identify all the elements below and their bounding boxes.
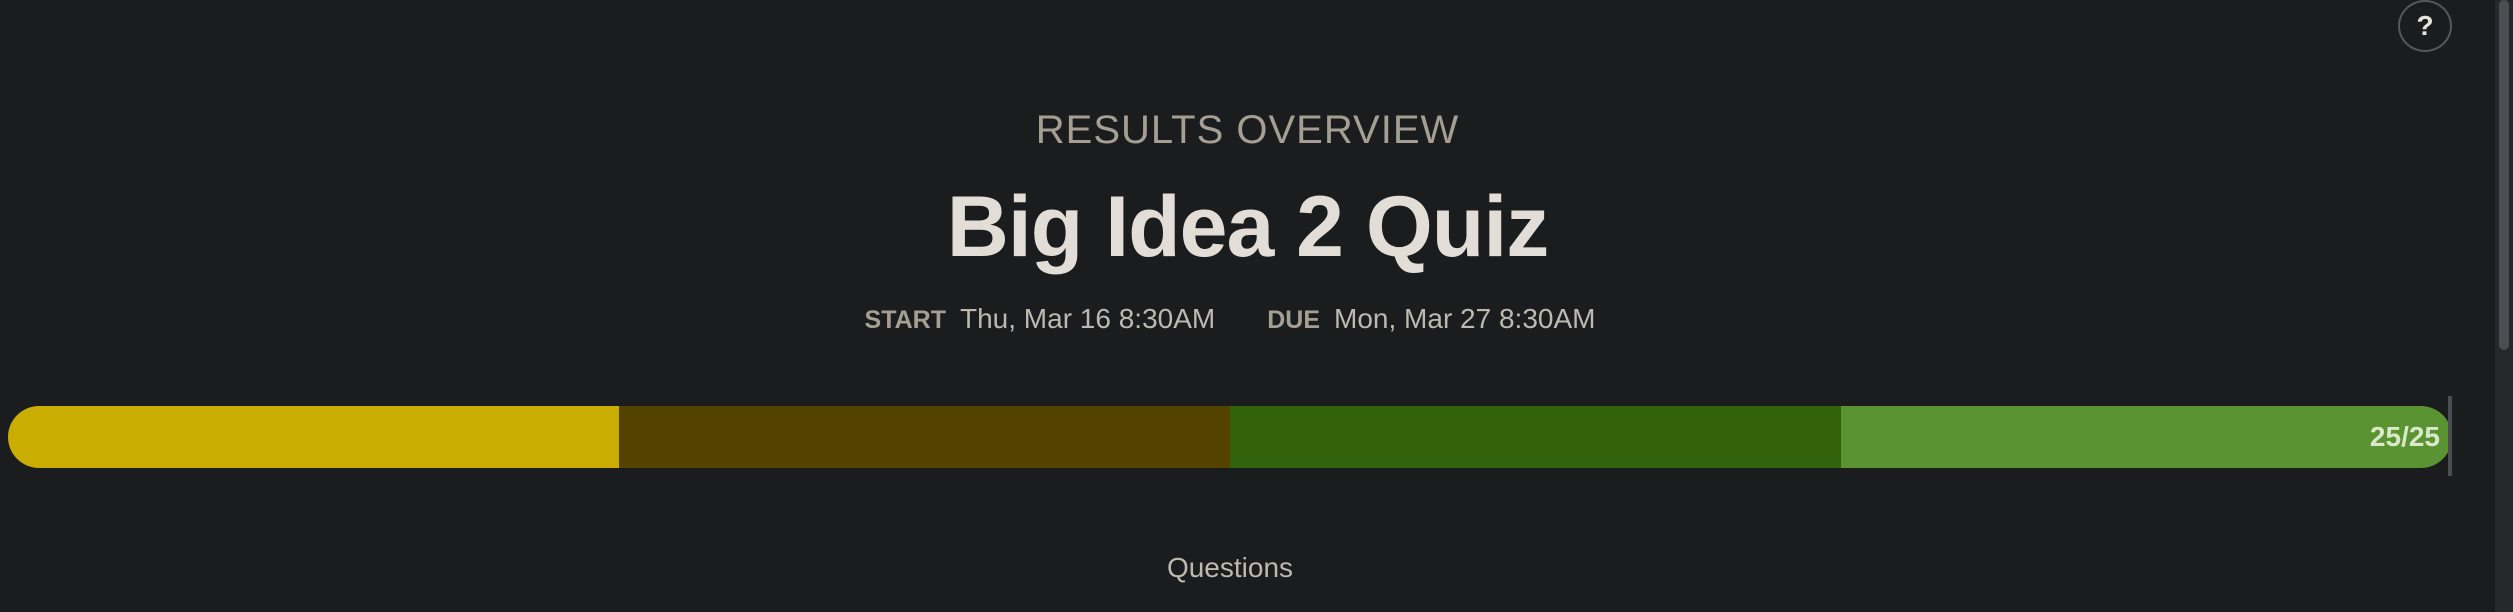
quiz-dates: START Thu, Mar 16 8:30AM DUE Mon, Mar 27… (0, 303, 2460, 335)
due-date: Mon, Mar 27 8:30AM (1334, 303, 1596, 334)
vertical-scrollbar[interactable] (2495, 0, 2513, 612)
due-label: DUE (1267, 306, 1321, 334)
progress-count: 25/25 (2369, 421, 2440, 452)
results-overview-page: ? RESULTS OVERVIEW Big Idea 2 Quiz START… (0, 0, 2513, 612)
progress-bar (8, 406, 2452, 468)
progress-segment-3 (1230, 406, 1841, 468)
start-label: START (864, 306, 946, 334)
progress-segment-2 (619, 406, 1230, 468)
progress-end-marker (2448, 396, 2452, 476)
question-mark-icon: ? (2416, 10, 2434, 41)
progress-segment-1 (8, 406, 619, 468)
start-date: Thu, Mar 16 8:30AM (960, 303, 1216, 334)
help-button[interactable]: ? (2398, 0, 2452, 52)
page-eyebrow: RESULTS OVERVIEW (1035, 108, 1460, 152)
scrollbar-thumb[interactable] (2499, 0, 2509, 350)
page-title: Big Idea 2 Quiz (946, 179, 1549, 275)
questions-heading: Questions (1166, 552, 1294, 583)
